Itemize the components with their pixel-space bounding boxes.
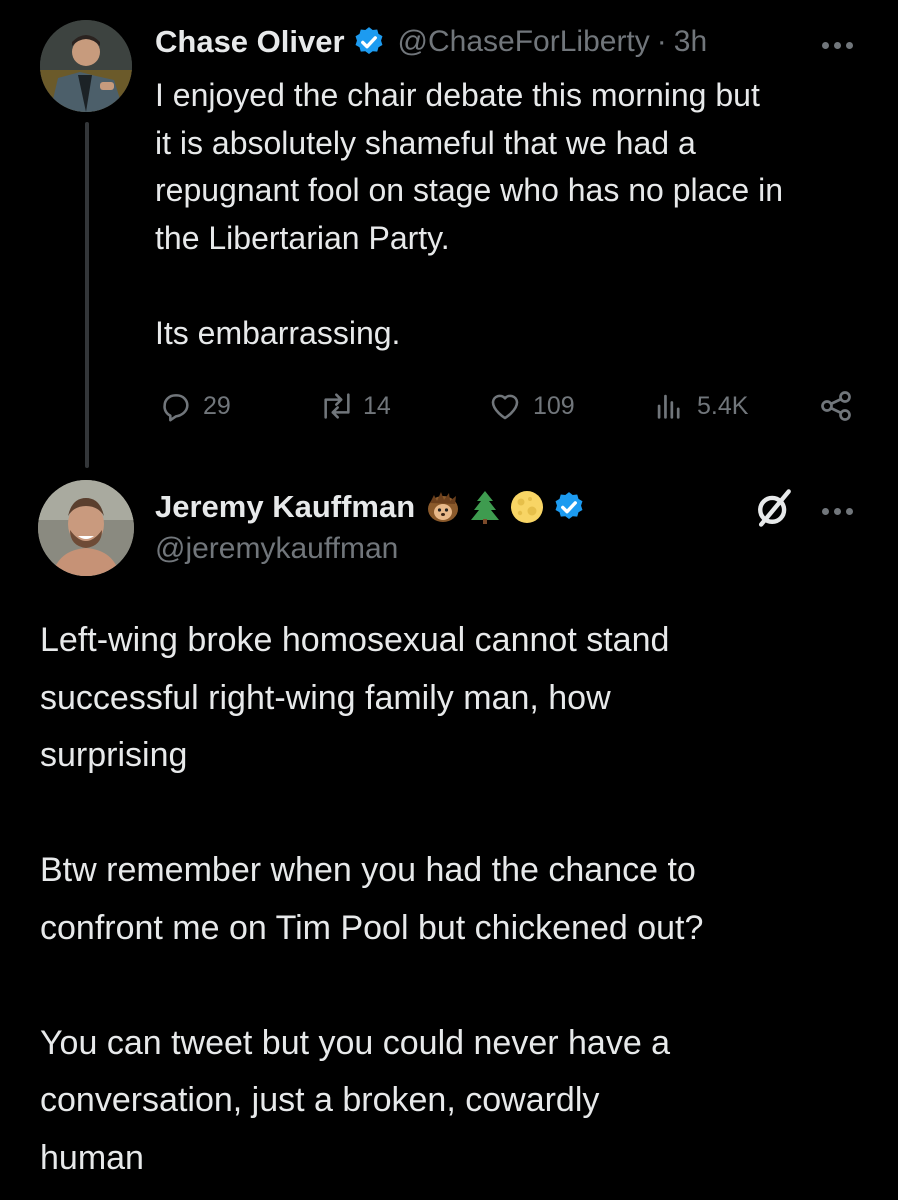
reply-icon [163, 394, 189, 422]
hedgehog-emoji-icon [428, 492, 459, 522]
avatar-jeremy-kauffman[interactable] [38, 480, 134, 576]
verified-badge-icon [355, 27, 383, 55]
author-handle[interactable]: @jeremykauffman [155, 532, 398, 566]
parent-tweet-header: Chase Oliver @ChaseForLiberty · 3h [155, 20, 870, 64]
separator-dot: · [656, 25, 667, 58]
author-name[interactable]: Jeremy Kauffman [155, 489, 415, 525]
reply-button[interactable]: 29 [159, 384, 231, 428]
views-count: 5.4K [697, 391, 749, 420]
avatar-image [38, 480, 134, 576]
more-options-icon[interactable] [822, 502, 862, 515]
views-button[interactable]: 5.4K [651, 384, 748, 428]
like-count: 109 [533, 391, 575, 420]
author-handle[interactable]: @ChaseForLiberty [398, 25, 650, 59]
reply-tweet-header: Jeremy Kauffman [155, 484, 586, 530]
tweet-timestamp[interactable]: 3h [674, 25, 707, 59]
repost-count: 14 [363, 391, 391, 420]
more-options-icon[interactable] [822, 36, 862, 49]
tweet-action-bar: 29 14 109 5.4K [155, 384, 865, 428]
repost-button[interactable]: 14 [317, 384, 391, 428]
evergreen-tree-emoji-icon [471, 491, 500, 524]
heart-icon [491, 394, 519, 420]
verified-badge-icon [555, 492, 583, 520]
thread-connector-line [85, 122, 89, 468]
grok-icon[interactable] [752, 486, 796, 530]
full-moon-emoji-icon [511, 491, 544, 523]
repost-icon [324, 393, 350, 419]
avatar-chase-oliver[interactable] [40, 20, 132, 112]
author-name[interactable]: Chase Oliver [155, 24, 345, 60]
views-chart-icon [657, 394, 680, 419]
reply-tweet-text: Left-wing broke homosexual cannot stand … [40, 621, 704, 1177]
reply-count: 29 [203, 391, 231, 420]
share-icon [821, 391, 851, 421]
parent-tweet-text: I enjoyed the chair debate this morning … [155, 77, 784, 351]
like-button[interactable]: 109 [487, 384, 575, 428]
avatar-image [40, 20, 132, 112]
share-button[interactable] [817, 384, 855, 428]
